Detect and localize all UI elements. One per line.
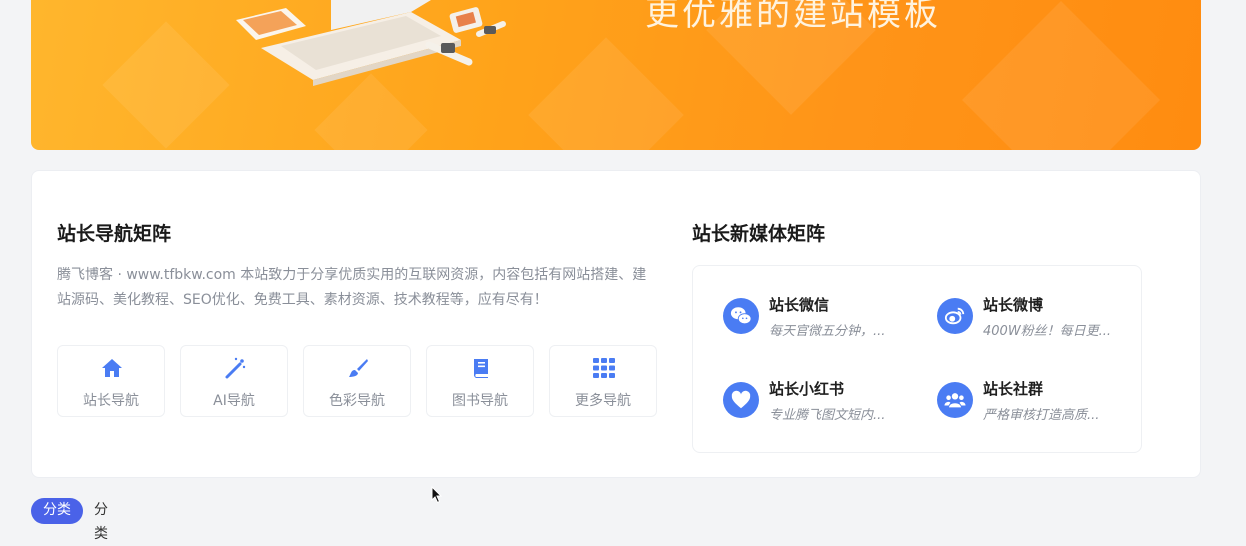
nav-card-label: AI导航	[213, 393, 255, 409]
nav-card-site[interactable]: 站长导航	[57, 345, 165, 417]
media-matrix-box: 站长微信 每天官微五分钟，... 站长微博 400W粉丝！每日更... 站长小红…	[692, 265, 1142, 453]
weibo-icon	[937, 298, 973, 334]
nav-card-color[interactable]: 色彩导航	[303, 345, 411, 417]
nav-card-label: 图书导航	[452, 393, 508, 409]
nav-card-more[interactable]: 更多导航	[549, 345, 657, 417]
home-icon	[102, 359, 122, 377]
media-item-desc: 每天官微五分钟，...	[769, 324, 886, 339]
media-item-desc: 专业腾飞图文短内...	[769, 408, 886, 423]
tab-category-active[interactable]: 分类	[31, 498, 83, 524]
nav-card-label: 站长导航	[83, 393, 139, 409]
media-item-weibo[interactable]: 站长微博 400W粉丝！每日更...	[937, 294, 1127, 344]
matrix-panel: 站长导航矩阵 腾飞博客 · www.tfbkw.com 本站致力于分享优质实用的…	[31, 170, 1201, 478]
media-section-title: 站长新媒体矩阵	[692, 223, 826, 245]
nav-card-ai[interactable]: AI导航	[180, 345, 288, 417]
media-item-xiaohongshu[interactable]: 站长小红书 专业腾飞图文短内...	[723, 378, 913, 428]
nav-section-title: 站长导航矩阵	[57, 223, 172, 245]
nav-card-label: 色彩导航	[329, 393, 385, 409]
media-item-wechat[interactable]: 站长微信 每天官微五分钟，...	[723, 294, 913, 344]
site-intro: 腾飞博客 · www.tfbkw.com 本站致力于分享优质实用的互联网资源，内…	[57, 267, 647, 308]
grid-icon	[593, 358, 615, 378]
media-item-desc: 400W粉丝！每日更...	[983, 324, 1112, 339]
media-item-title: 站长社群	[983, 380, 1044, 398]
nav-card-label: 更多导航	[575, 393, 631, 409]
wechat-icon	[723, 298, 759, 334]
media-item-desc: 严格审核打造高质...	[983, 408, 1100, 423]
mouse-cursor-icon	[431, 486, 443, 504]
media-item-title: 站长小红书	[769, 380, 845, 398]
devices-illustration	[236, 0, 506, 86]
media-item-title: 站长微博	[983, 296, 1044, 314]
group-icon	[937, 382, 973, 418]
magic-wand-icon	[225, 357, 246, 379]
tab-category[interactable]: 分类	[94, 498, 108, 546]
media-item-community[interactable]: 站长社群 严格审核打造高质...	[937, 378, 1127, 428]
media-item-title: 站长微信	[769, 296, 830, 314]
book-icon	[473, 359, 488, 378]
nav-card-books[interactable]: 图书导航	[426, 345, 534, 417]
paint-brush-icon	[349, 359, 368, 377]
banner-title: 更优雅的建站模板	[645, 0, 941, 34]
hero-banner[interactable]: 更优雅的建站模板	[31, 0, 1201, 150]
heart-icon	[723, 382, 759, 418]
